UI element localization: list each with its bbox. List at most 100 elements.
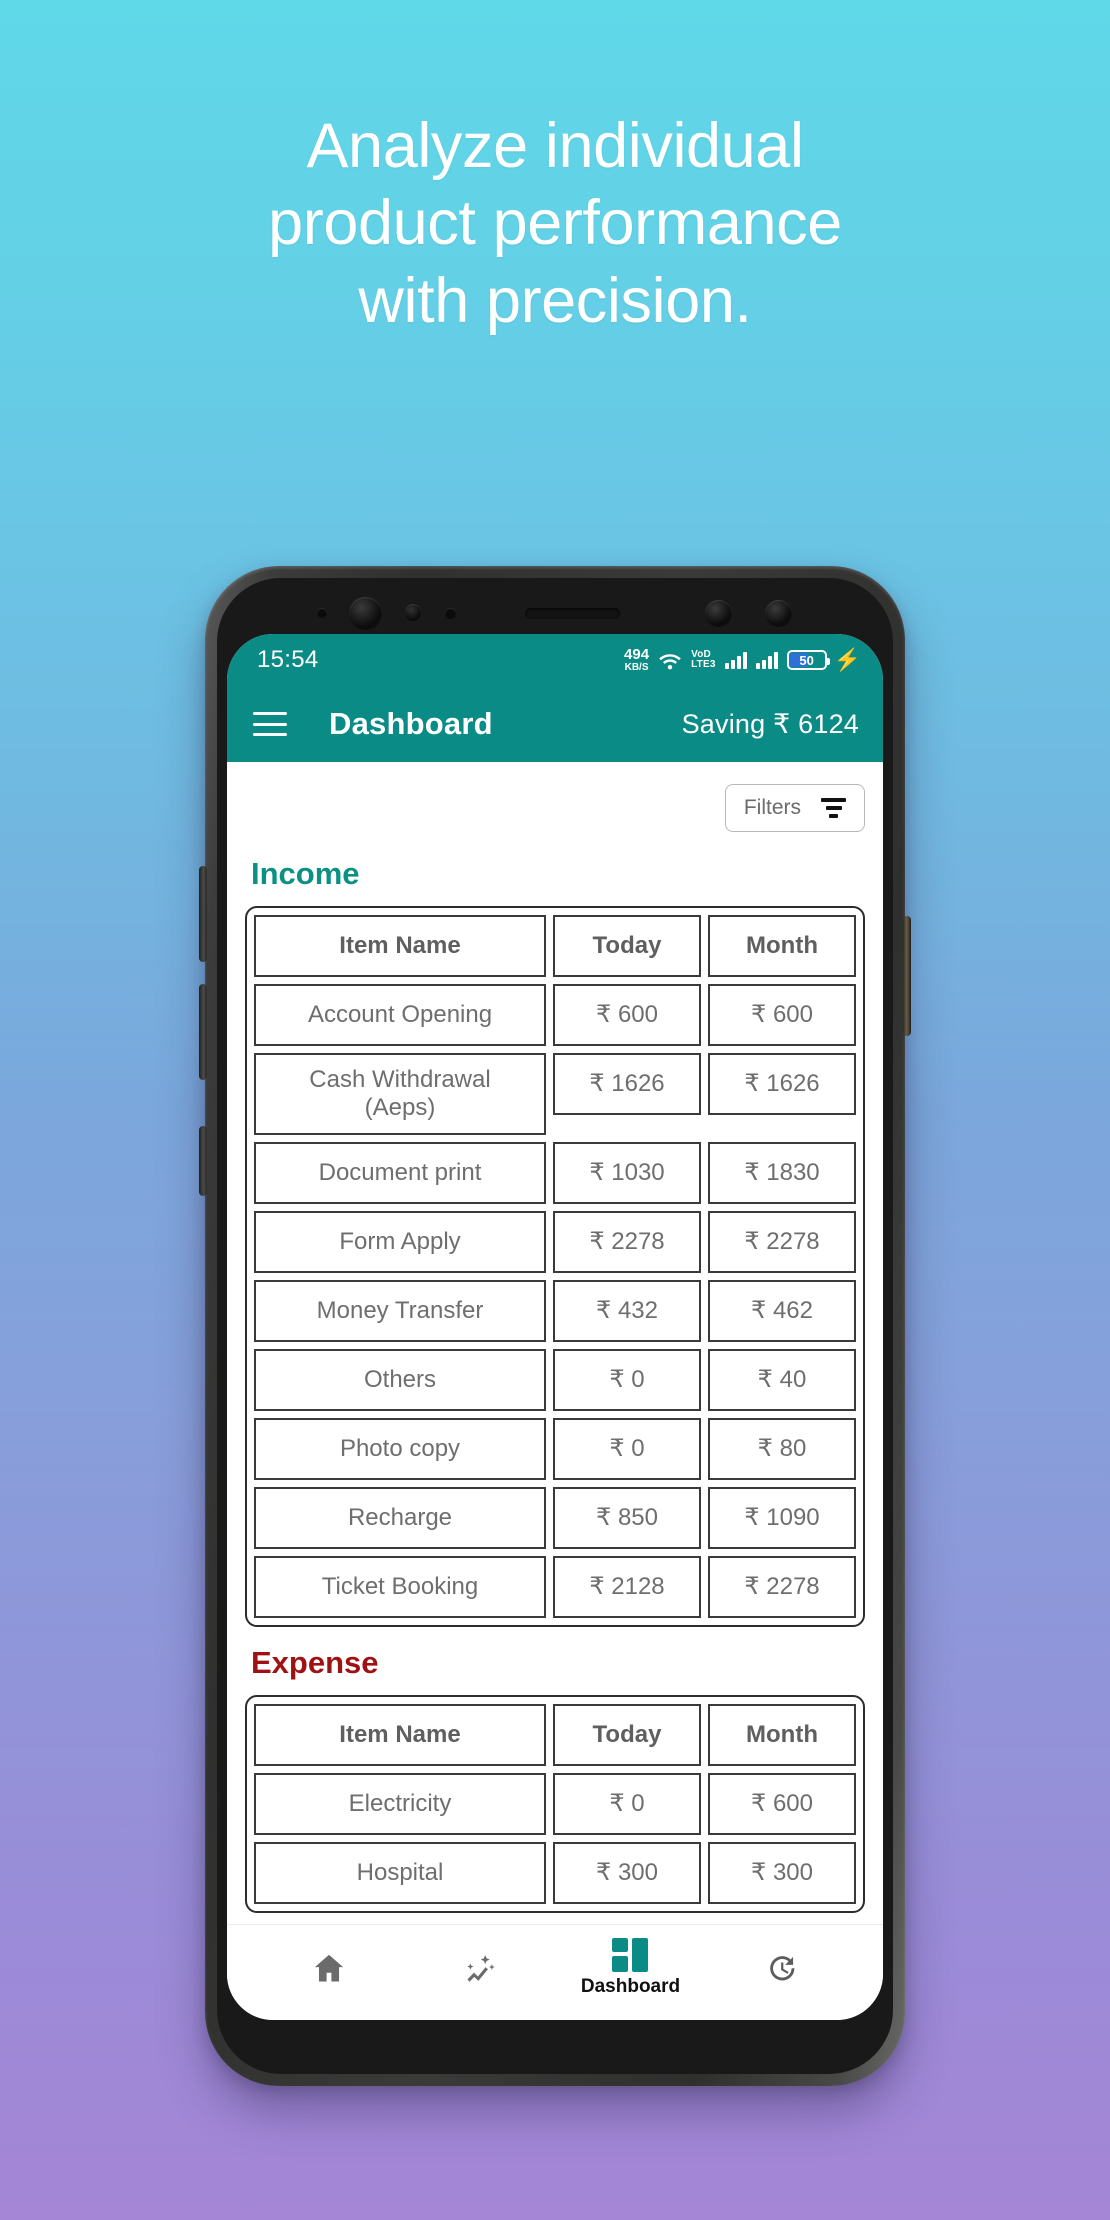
phone-top-hardware	[205, 596, 905, 630]
income-table-header-row: Item Name Today Month	[254, 915, 856, 977]
sensor-icon	[317, 608, 327, 618]
row-item-name: Document print	[254, 1142, 546, 1204]
network-speed-unit: KB/S	[624, 662, 649, 673]
row-month: ₹ 600	[708, 1773, 856, 1835]
wifi-icon	[659, 653, 681, 669]
filters-row: Filters	[245, 762, 865, 838]
headline-line-3: with precision.	[358, 265, 752, 336]
row-month: ₹ 1626	[708, 1053, 856, 1115]
volte-line-2: LTE3	[691, 659, 716, 670]
expense-table: Item Name Today Month Electricity ₹ 0 ₹ …	[245, 1695, 865, 1913]
row-item-name: Hospital	[254, 1842, 546, 1904]
iris-scanner-icon	[705, 600, 732, 627]
row-item-name: Cash Withdrawal (Aeps)	[254, 1053, 546, 1135]
volume-down-button[interactable]	[199, 984, 207, 1080]
proximity-sensor-icon	[405, 604, 421, 621]
page-title: Dashboard	[329, 706, 493, 741]
nav-item-dashboard-label: Dashboard	[580, 1975, 681, 1997]
row-today: ₹ 432	[553, 1280, 701, 1342]
table-row[interactable]: Account Opening ₹ 600 ₹ 600	[254, 984, 856, 1046]
row-month: ₹ 80	[708, 1418, 856, 1480]
income-section-title: Income	[251, 856, 360, 891]
dashboard-grid-icon	[611, 1937, 650, 1972]
assistant-button[interactable]	[199, 1126, 207, 1196]
secondary-camera-icon	[765, 600, 792, 627]
table-row[interactable]: Form Apply ₹ 2278 ₹ 2278	[254, 1211, 856, 1273]
table-row[interactable]: Photo copy ₹ 0 ₹ 80	[254, 1418, 856, 1480]
power-button[interactable]	[903, 916, 911, 1036]
row-today: ₹ 0	[553, 1349, 701, 1411]
signal-bars-icon-sim2	[755, 651, 778, 669]
nav-item-analytics[interactable]	[404, 1950, 555, 1986]
table-row[interactable]: Cash Withdrawal (Aeps) ₹ 1626 ₹ 1626	[254, 1053, 856, 1135]
nav-item-home[interactable]	[253, 1950, 404, 1986]
row-today: ₹ 0	[553, 1418, 701, 1480]
row-item-name: Money Transfer	[254, 1280, 546, 1342]
home-icon	[314, 1954, 343, 1981]
hamburger-menu-icon[interactable]	[253, 712, 287, 736]
auto-graph-icon	[466, 1954, 495, 1982]
row-today: ₹ 850	[553, 1487, 701, 1549]
bottom-navigation-bar: Dashboard	[227, 1924, 883, 2020]
status-bar: 15:54 494 KB/S VoD LTE3 50 ⚡	[227, 634, 883, 686]
headline-line-2: product performance	[268, 188, 842, 259]
row-today: ₹ 1626	[553, 1053, 701, 1115]
light-sensor-icon	[445, 608, 456, 619]
table-row[interactable]: Others ₹ 0 ₹ 40	[254, 1349, 856, 1411]
nav-item-history[interactable]	[706, 1950, 857, 1986]
expense-table-header-row: Item Name Today Month	[254, 1704, 856, 1766]
network-speed-indicator: 494 KB/S	[624, 647, 649, 673]
dashboard-content: Filters Income Item Name Today Month Acc…	[227, 762, 883, 1924]
row-today: ₹ 600	[553, 984, 701, 1046]
phone-mockup: 15:54 494 KB/S VoD LTE3 50 ⚡ Dashboard S…	[199, 566, 911, 2086]
row-today: ₹ 2278	[553, 1211, 701, 1273]
row-month: ₹ 1830	[708, 1142, 856, 1204]
table-row[interactable]: Electricity ₹ 0 ₹ 600	[254, 1773, 856, 1835]
row-item-name: Account Opening	[254, 984, 546, 1046]
table-row[interactable]: Money Transfer ₹ 432 ₹ 462	[254, 1280, 856, 1342]
status-time: 15:54	[257, 646, 319, 673]
network-speed-value: 494	[624, 646, 650, 663]
income-col-today: Today	[553, 915, 701, 977]
expense-col-item-name: Item Name	[254, 1704, 546, 1766]
front-camera-icon	[349, 597, 382, 630]
battery-level-text: 50	[799, 652, 814, 668]
expense-section-title: Expense	[251, 1645, 379, 1680]
nav-item-dashboard[interactable]: Dashboard	[555, 1937, 706, 1998]
row-item-name: Ticket Booking	[254, 1556, 546, 1618]
row-today: ₹ 0	[553, 1773, 701, 1835]
headline-line-1: Analyze individual	[306, 111, 804, 181]
row-item-name: Electricity	[254, 1773, 546, 1835]
status-icons: 494 KB/S VoD LTE3 50 ⚡	[624, 647, 861, 673]
table-row[interactable]: Hospital ₹ 300 ₹ 300	[254, 1842, 856, 1904]
row-month: ₹ 600	[708, 984, 856, 1046]
row-item-name: Form Apply	[254, 1211, 546, 1273]
row-today: ₹ 1030	[553, 1142, 701, 1204]
row-month: ₹ 40	[708, 1349, 856, 1411]
expense-col-today: Today	[553, 1704, 701, 1766]
volume-up-button[interactable]	[199, 866, 207, 962]
table-row[interactable]: Recharge ₹ 850 ₹ 1090	[254, 1487, 856, 1549]
phone-screen: 15:54 494 KB/S VoD LTE3 50 ⚡ Dashboard S…	[227, 634, 883, 2020]
row-item-name: Others	[254, 1349, 546, 1411]
earpiece-speaker	[525, 608, 620, 619]
promo-headline: Analyze individual product performance w…	[0, 108, 1110, 340]
table-row[interactable]: Document print ₹ 1030 ₹ 1830	[254, 1142, 856, 1204]
row-today: ₹ 300	[553, 1842, 701, 1904]
income-col-item-name: Item Name	[254, 915, 546, 977]
filters-button-label: Filters	[743, 796, 801, 819]
history-clock-icon	[769, 1955, 794, 1980]
row-month: ₹ 1090	[708, 1487, 856, 1549]
table-row[interactable]: Ticket Booking ₹ 2128 ₹ 2278	[254, 1556, 856, 1618]
row-month: ₹ 2278	[708, 1556, 856, 1618]
charging-bolt-icon: ⚡	[833, 647, 861, 672]
saving-amount: Saving ₹ 6124	[681, 708, 859, 739]
filters-button[interactable]: Filters	[724, 784, 865, 832]
income-table: Item Name Today Month Account Opening ₹ …	[245, 906, 865, 1627]
row-month: ₹ 300	[708, 1842, 856, 1904]
volte-icon: VoD LTE3	[691, 650, 716, 670]
filter-funnel-icon	[821, 798, 846, 818]
expense-col-month: Month	[708, 1704, 856, 1766]
row-month: ₹ 2278	[708, 1211, 856, 1273]
battery-icon: 50	[786, 650, 830, 670]
